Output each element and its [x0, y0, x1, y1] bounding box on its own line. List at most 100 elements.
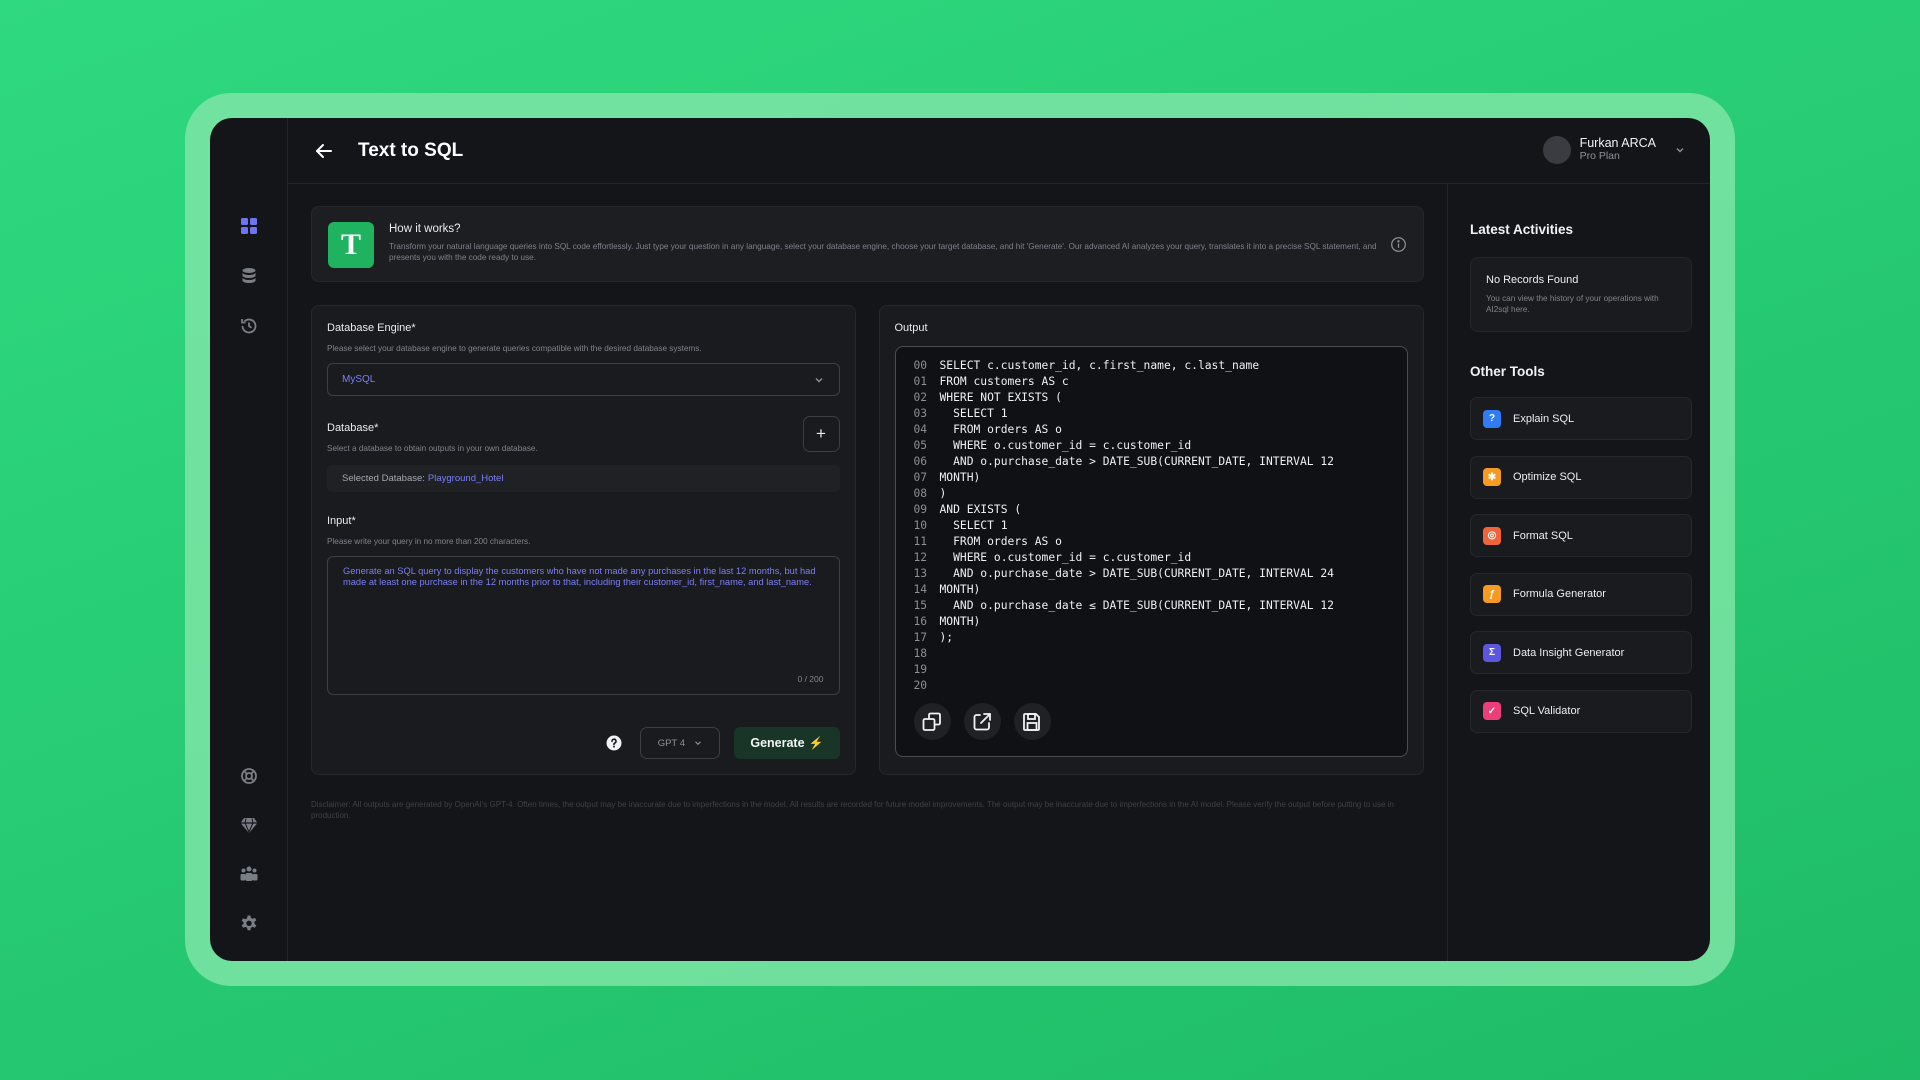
how-it-works-title: How it works? [389, 223, 461, 235]
add-database-button[interactable]: + [802, 416, 840, 452]
tool-item[interactable]: ✱ Optimize SQL [1470, 455, 1692, 499]
line-number: 07 [913, 471, 928, 484]
chevron-down-icon [695, 741, 701, 746]
panels: Database Engine* Please select your data… [311, 305, 1424, 775]
database-label: Database* [327, 422, 379, 434]
tool-icon: ◎ [1483, 526, 1501, 545]
tool-name: Format SQL [1513, 529, 1573, 542]
engine-select-value: MySQL [342, 374, 376, 385]
save-icon[interactable] [1013, 703, 1051, 740]
tool-name: Data Insight Generator [1513, 646, 1625, 659]
generate-button[interactable]: Generate ⚡ [734, 727, 840, 759]
tool-item[interactable]: ƒ Formula Generator [1470, 572, 1692, 616]
code-line: 13 AND o.purchase_date > DATE_SUB(CURREN… [914, 566, 1390, 582]
engine-label: Database Engine* [327, 322, 416, 334]
code-line: 05 WHERE o.customer_id = c.customer_id [914, 438, 1390, 454]
code-text: SELECT c.customer_id, c.first_name, c.la… [939, 359, 1260, 372]
dashboard-grid-icon[interactable] [239, 216, 259, 236]
line-number: 00 [913, 359, 928, 372]
tool-item[interactable]: Σ Data Insight Generator [1470, 631, 1692, 675]
line-number: 14 [913, 583, 928, 596]
tool-name: Formula Generator [1513, 588, 1606, 601]
line-number: 09 [913, 503, 928, 516]
code-text: AND EXISTS ( [939, 503, 1022, 516]
generate-button-label: Generate [750, 736, 805, 750]
code-text: FROM customers AS c [939, 375, 1069, 388]
settings-gear-icon[interactable] [239, 914, 259, 934]
tool-name: Explain SQL [1513, 412, 1575, 425]
tool-item[interactable]: ✓ SQL Validator [1470, 689, 1692, 733]
code-line: 20 [914, 678, 1390, 694]
output-panel: Output 00 SELECT c.customer_id, c.first_n… [878, 305, 1424, 775]
tool-name: SQL Validator [1513, 705, 1581, 718]
code-lines: 00 SELECT c.customer_id, c.first_name, c.… [914, 358, 1390, 694]
code-toolbar [913, 703, 1051, 740]
selected-database-prefix: Selected Database: [342, 473, 425, 484]
back-arrow-icon[interactable] [312, 139, 336, 163]
user-plan: Pro Plan [1579, 150, 1620, 162]
tool-icon: Σ [1483, 643, 1501, 662]
query-form-panel: Database Engine* Please select your data… [311, 305, 856, 775]
code-line: 09 AND EXISTS ( [914, 502, 1390, 518]
no-records-card: No Records Found You can view the histor… [1470, 257, 1692, 332]
database-hint: Select a database to obtain outputs in y… [327, 444, 538, 453]
tool-name: Optimize SQL [1513, 471, 1582, 484]
share-icon[interactable] [963, 703, 1001, 740]
char-counter: 0 / 200 [797, 674, 824, 684]
no-records-description: You can view the history of your operati… [1486, 294, 1659, 314]
user-menu[interactable]: Furkan ARCA Pro Plan [1542, 136, 1686, 164]
info-icon[interactable] [1390, 236, 1407, 253]
diamond-icon[interactable] [239, 815, 259, 835]
copy-icon[interactable] [913, 703, 951, 740]
input-label: Input* [327, 515, 356, 527]
code-text: SELECT 1 [939, 407, 1008, 420]
query-textarea[interactable]: Generate an SQL query to display the cus… [327, 556, 840, 695]
selected-database-name: Playground_Hotel [427, 473, 504, 484]
code-line: 07 MONTH) [914, 470, 1390, 486]
code-line: 15 AND o.purchase_date ≤ DATE_SUB(CURREN… [914, 598, 1390, 614]
bolt-icon: ⚡ [808, 736, 824, 750]
code-text: MONTH) [939, 471, 981, 484]
topbar: Text to SQL Furkan ARCA Pro Plan [288, 118, 1710, 184]
code-output[interactable]: 00 SELECT c.customer_id, c.first_name, c.… [894, 346, 1408, 757]
code-line: 12 WHERE o.customer_id = c.customer_id [914, 550, 1390, 566]
content-area: T How it works? Transform your natural l… [288, 184, 1448, 961]
user-name: Furkan ARCA [1579, 136, 1656, 150]
sidebar [210, 118, 288, 961]
avatar[interactable] [1542, 136, 1571, 164]
how-it-works-text: How it works? Transform your natural lan… [389, 221, 1379, 263]
selected-database[interactable]: Selected Database: Playground_Hotel [327, 465, 840, 492]
latest-activities-title: Latest Activities [1470, 222, 1574, 237]
team-icon[interactable] [239, 864, 259, 884]
code-line: 17); [914, 630, 1390, 646]
tool-icon: ✓ [1483, 702, 1501, 721]
code-line: 01 FROM customers AS c [914, 374, 1390, 390]
code-line: 10 SELECT 1 [914, 518, 1390, 534]
code-line: 11 FROM orders AS o [914, 534, 1390, 550]
code-text: WHERE o.customer_id = c.customer_id [939, 551, 1192, 564]
engine-select[interactable]: MySQL [327, 363, 840, 396]
model-select[interactable]: GPT 4 [640, 727, 721, 759]
database-icon[interactable] [239, 266, 259, 286]
code-text: AND o.purchase_date > DATE_SUB(CURRENT_D… [939, 455, 1334, 468]
chevron-down-icon[interactable] [1674, 144, 1686, 156]
support-lifebuoy-icon[interactable] [239, 766, 259, 786]
line-number: 11 [913, 535, 928, 548]
line-number: 08 [913, 487, 928, 500]
tool-item[interactable]: ◎ Format SQL [1470, 514, 1692, 558]
line-number: 19 [913, 663, 928, 676]
tool-item[interactable]: ? Explain SQL [1470, 397, 1692, 440]
page-title: Text to SQL [358, 139, 464, 161]
line-number: 12 [913, 551, 928, 564]
app-logo: T [328, 222, 374, 268]
line-number: 17 [913, 631, 928, 644]
code-line: 08) [914, 486, 1390, 502]
help-icon[interactable] [606, 735, 622, 751]
line-number: 15 [913, 599, 928, 612]
history-icon[interactable] [239, 316, 259, 336]
line-number: 18 [913, 647, 928, 660]
main-area: Text to SQL Furkan ARCA Pro Plan T How i… [288, 118, 1710, 961]
tool-icon: ƒ [1483, 585, 1501, 604]
code-text: AND o.purchase_date > DATE_SUB(CURRENT_D… [939, 567, 1334, 580]
line-number: 13 [913, 567, 928, 580]
